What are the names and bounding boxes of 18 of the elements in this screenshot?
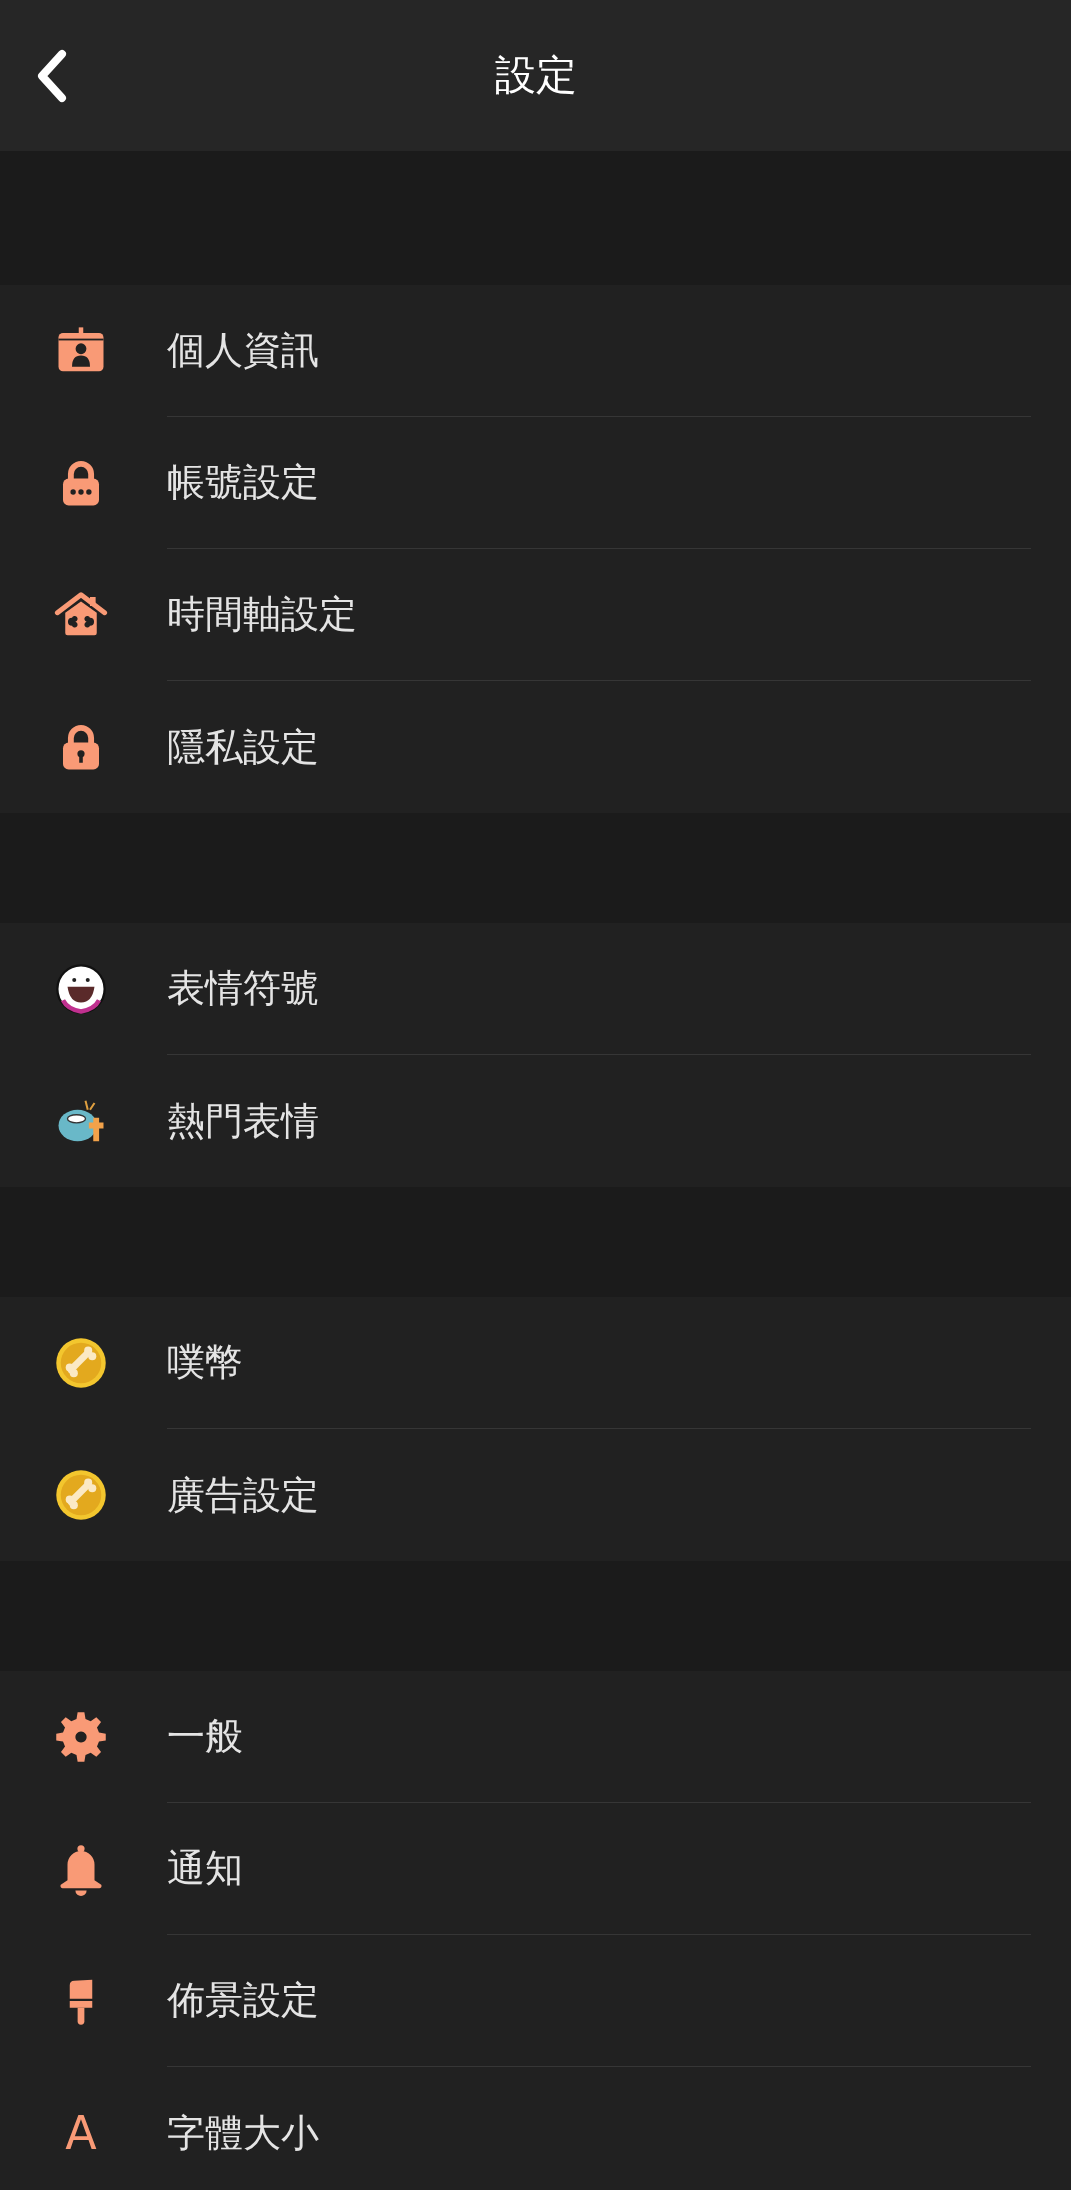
settings-item[interactable]: 噗幣 <box>0 1297 1071 1429</box>
settings-item[interactable]: 表情符號 <box>0 923 1071 1055</box>
settings-item[interactable]: 廣告設定 <box>0 1429 1071 1561</box>
settings-item[interactable]: 熱門表情 <box>0 1055 1071 1187</box>
settings-item[interactable]: 通知 <box>0 1803 1071 1935</box>
bone-coin-icon <box>54 1468 108 1522</box>
settings-item[interactable]: A 字體大小 <box>0 2067 1071 2190</box>
settings-item[interactable]: 帳號設定 <box>0 417 1071 549</box>
bone-coin-icon <box>54 1336 108 1390</box>
settings-item[interactable]: 隱私設定 <box>0 681 1071 813</box>
settings-item[interactable]: 個人資訊 <box>0 285 1071 417</box>
page-title: 設定 <box>494 49 577 101</box>
settings-item[interactable]: 時間軸設定 <box>0 549 1071 681</box>
settings-item[interactable]: 一般 <box>0 1671 1071 1803</box>
settings-item[interactable]: 佈景設定 <box>0 1935 1071 2067</box>
grinning-face-sticker-icon <box>54 962 108 1016</box>
font-size-icon: A <box>65 2110 97 2156</box>
settings-icon <box>54 1710 108 1764</box>
